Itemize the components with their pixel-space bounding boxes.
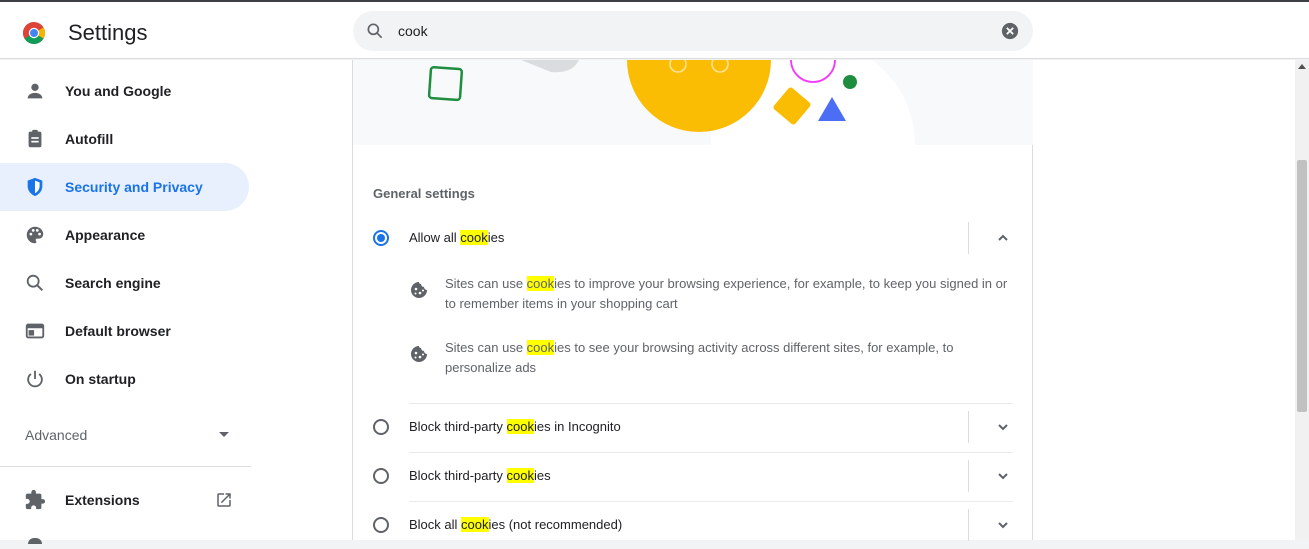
cookie-icon [411,346,427,362]
detail-tracking: Sites can use cookies to see your browsi… [409,338,1009,382]
general-settings-heading: General settings [373,186,475,201]
detail-text: Sites can use cookies to see your browsi… [445,340,954,375]
radio-block-third-party-incognito[interactable] [373,419,389,435]
sidebar-divider [0,466,251,467]
app-title: Settings [68,20,148,45]
caret-down-icon[interactable] [219,432,229,437]
chevron-down-icon[interactable] [995,419,1011,435]
search-input[interactable] [398,19,958,43]
sidebar-item-on-startup[interactable]: On startup [0,355,249,403]
power-icon [27,370,43,388]
clear-search-icon[interactable] [1001,22,1019,40]
advanced-section-toggle[interactable]: Advanced [25,427,87,443]
sidebar-item-label: You and Google [65,83,172,99]
sidebar-item-search-engine[interactable]: Search engine [0,259,249,307]
option-label: Block third-party cookies [409,468,551,483]
person-icon [27,83,43,99]
option-label: Block third-party cookies in Incognito [409,419,621,434]
open-in-new-icon [217,493,231,507]
partial-next-icon [28,538,42,544]
row-separator [968,411,969,443]
page-scrollbar[interactable] [1295,60,1309,540]
cookie-icon [411,282,427,298]
radio-block-third-party[interactable] [373,468,389,484]
chevron-down-icon[interactable] [995,468,1011,484]
settings-search-box[interactable] [353,11,1033,51]
detail-text: Sites can use cookies to improve your br… [445,276,1008,311]
row-separator [968,460,969,492]
sidebar-item-label: On startup [65,371,136,387]
cookies-illustration-banner [353,60,1033,145]
sidebar-item-label: Autofill [65,131,114,147]
option-block-third-party-incognito[interactable]: Block third-party cookies in Incognito [353,403,1033,451]
scrollbar-thumb[interactable] [1297,160,1307,412]
palette-icon [26,226,44,244]
option-block-all-cookies[interactable]: Block all cookies (not recommended) [353,501,1033,549]
sidebar-item-extensions[interactable]: Extensions [0,476,249,524]
option-label: Block all cookies (not recommended) [409,517,623,532]
sidebar-item-default-browser[interactable]: Default browser [0,307,249,355]
cookies-settings-card: General settings Allow all cookies Sites… [352,60,1033,541]
puzzle-piece-icon [25,489,46,510]
search-icon [26,274,44,292]
detail-improve-experience: Sites can use cookies to improve your br… [409,274,1009,318]
sidebar-item-label: Appearance [65,227,146,243]
option-allow-all-cookies[interactable]: Allow all cookies [353,214,1033,262]
row-separator [968,222,969,254]
sidebar-item-autofill[interactable]: Autofill [0,115,249,163]
radio-block-all-cookies[interactable] [373,517,389,533]
option-block-third-party[interactable]: Block third-party cookies [353,452,1033,500]
shield-icon [27,177,43,197]
sidebar-item-label: Search engine [65,275,161,291]
option-label: Allow all cookies [409,230,505,245]
sidebar-item-security-and-privacy[interactable]: Security and Privacy [0,163,249,211]
sidebar-item-appearance[interactable]: Appearance [0,211,249,259]
chevron-down-icon[interactable] [995,517,1011,533]
row-separator [968,509,969,541]
search-icon [367,23,383,39]
main-content: General settings Allow all cookies Sites… [252,60,1295,541]
sidebar-item-label: Default browser [65,323,171,339]
chevron-up-icon[interactable] [995,230,1011,246]
sidebar-item-you-and-google[interactable]: You and Google [0,67,249,115]
settings-sidebar: You and Google Autofill Security and Pri… [0,60,252,544]
clipboard-icon [28,129,42,148]
cookies-illustration [427,60,916,145]
scroll-up-arrow-icon[interactable] [1298,64,1306,69]
sidebar-item-label: Extensions [65,492,140,508]
chrome-logo-icon [23,22,45,44]
browser-window-icon [25,323,45,339]
settings-header: Settings [0,2,1309,59]
sidebar-item-label: Security and Privacy [65,179,203,195]
radio-allow-all-cookies[interactable] [373,230,389,246]
